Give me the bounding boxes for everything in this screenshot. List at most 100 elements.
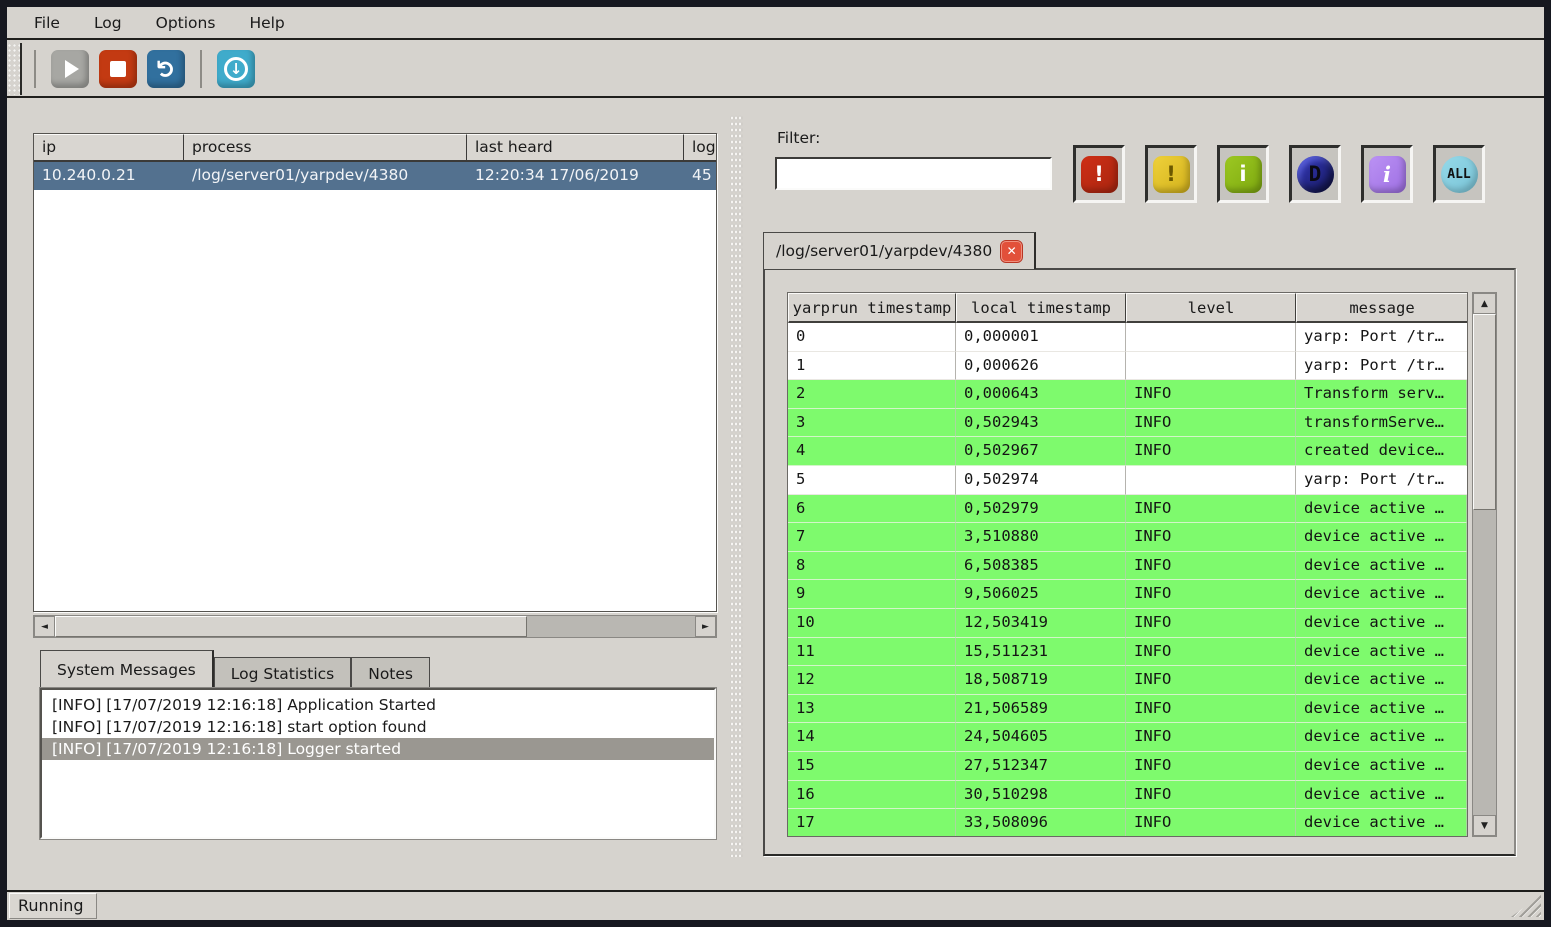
level-button-error[interactable]: ! xyxy=(1073,145,1125,203)
column-header-log[interactable]: log xyxy=(684,134,717,160)
table-row[interactable]: 50,502974yarp: Port /tr… xyxy=(788,466,1467,495)
table-row[interactable]: 00,000001yarp: Port /tr… xyxy=(788,323,1467,352)
hscrollbar-thumb[interactable] xyxy=(55,616,527,637)
level-cell: INFO xyxy=(1126,752,1296,781)
yarprun-timestamp-cell: 8 xyxy=(788,552,956,581)
log-tab-label: /log/server01/yarpdev/4380 xyxy=(776,242,992,260)
log-tab[interactable]: /log/server01/yarpdev/4380 ✕ xyxy=(763,232,1036,269)
level-cell: INFO xyxy=(1126,437,1296,466)
level-button-warning[interactable]: ! xyxy=(1145,145,1197,203)
table-row[interactable]: 73,510880INFOdevice active … xyxy=(788,523,1467,552)
table-row[interactable]: 40,502967INFOcreated device… xyxy=(788,437,1467,466)
level-cell xyxy=(1126,323,1296,352)
port-process-cell[interactable]: /log/server01/yarpdev/4380 xyxy=(184,162,467,190)
table-row[interactable]: 60,502979INFOdevice active … xyxy=(788,495,1467,524)
local-timestamp-cell: 24,504605 xyxy=(956,723,1126,752)
table-row[interactable]: 99,506025INFOdevice active … xyxy=(788,580,1467,609)
scroll-left-icon[interactable]: ◄ xyxy=(34,616,55,637)
tab-log-statistics[interactable]: Log Statistics xyxy=(214,657,351,688)
message-cell: device active … xyxy=(1296,695,1467,724)
level-cell xyxy=(1126,352,1296,381)
message-cell: yarp: Port /tr… xyxy=(1296,466,1467,495)
table-row[interactable]: 20,000643INFOTransform serv… xyxy=(788,380,1467,409)
column-header-local-timestamp[interactable]: local timestamp xyxy=(956,293,1126,323)
level-button-trace[interactable]: i xyxy=(1361,145,1413,203)
refresh-button[interactable]: ↺ xyxy=(147,50,185,88)
level-button-debug[interactable]: D xyxy=(1289,145,1341,203)
table-row[interactable]: 1424,504605INFOdevice active … xyxy=(788,723,1467,752)
menu-item-help[interactable]: Help xyxy=(234,10,299,36)
column-header-ip[interactable]: ip xyxy=(34,134,184,160)
start-logging-button[interactable] xyxy=(51,50,89,88)
table-row[interactable]: 86,508385INFOdevice active … xyxy=(788,552,1467,581)
menu-item-file[interactable]: File xyxy=(19,10,75,36)
filter-input[interactable] xyxy=(775,157,1052,190)
column-header-message[interactable]: message xyxy=(1296,293,1467,323)
yarprun-timestamp-cell: 9 xyxy=(788,580,956,609)
trace-level-icon: i xyxy=(1369,156,1406,193)
toolbar-drag-handle[interactable] xyxy=(7,43,22,95)
table-row[interactable]: 30,502943INFOtransformServe… xyxy=(788,409,1467,438)
log-table: yarprun timestamplocal timestamplevelmes… xyxy=(787,292,1468,837)
level-cell xyxy=(1126,466,1296,495)
menu-item-options[interactable]: Options xyxy=(141,10,231,36)
level-cell: INFO xyxy=(1126,809,1296,837)
toolbar-separator xyxy=(200,50,202,88)
yarprun-timestamp-cell: 2 xyxy=(788,380,956,409)
table-row[interactable]: 10.240.0.21 /log/server01/yarpdev/4380 1… xyxy=(34,162,716,190)
refresh-icon: ↺ xyxy=(154,59,178,79)
table-row[interactable]: 1733,508096INFOdevice active … xyxy=(788,809,1467,837)
list-item[interactable]: [INFO] [17/07/2019 12:16:18] Application… xyxy=(42,694,714,716)
column-header-level[interactable]: level xyxy=(1126,293,1296,323)
local-timestamp-cell: 33,508096 xyxy=(956,809,1126,837)
close-icon[interactable]: ✕ xyxy=(1001,241,1022,262)
column-header-yarprun-timestamp[interactable]: yarprun timestamp xyxy=(788,293,956,323)
table-row[interactable]: 1012,503419INFOdevice active … xyxy=(788,609,1467,638)
scroll-down-icon[interactable]: ▼ xyxy=(1473,815,1496,836)
list-item[interactable]: [INFO] [17/07/2019 12:16:18] start optio… xyxy=(42,716,714,738)
level-cell: INFO xyxy=(1126,409,1296,438)
yarprun-timestamp-cell: 16 xyxy=(788,781,956,810)
all-level-icon: ALL xyxy=(1441,156,1478,193)
level-cell: INFO xyxy=(1126,695,1296,724)
table-row[interactable]: 1527,512347INFOdevice active … xyxy=(788,752,1467,781)
table-row[interactable]: 1321,506589INFOdevice active … xyxy=(788,695,1467,724)
local-timestamp-cell: 0,000643 xyxy=(956,380,1126,409)
scroll-up-icon[interactable]: ▲ xyxy=(1473,293,1496,314)
yarprun-timestamp-cell: 10 xyxy=(788,609,956,638)
scroll-right-icon[interactable]: ► xyxy=(695,616,716,637)
yarprun-timestamp-cell: 6 xyxy=(788,495,956,524)
column-header-process[interactable]: process xyxy=(184,134,467,160)
level-button-all[interactable]: ALL xyxy=(1433,145,1485,203)
list-item[interactable]: [INFO] [17/07/2019 12:16:18] Logger star… xyxy=(42,738,714,760)
toolbar: ↺↓ xyxy=(7,42,1544,98)
tab-notes[interactable]: Notes xyxy=(351,657,430,688)
level-button-info[interactable]: i xyxy=(1217,145,1269,203)
yarprun-timestamp-cell: 14 xyxy=(788,723,956,752)
local-timestamp-cell: 0,000001 xyxy=(956,323,1126,352)
level-cell: INFO xyxy=(1126,380,1296,409)
port-last-heard-cell[interactable]: 12:20:34 17/06/2019 xyxy=(467,162,684,190)
port-log-cell[interactable]: 45 xyxy=(684,162,717,190)
table-row[interactable]: 10,000626yarp: Port /tr… xyxy=(788,352,1467,381)
level-cell: INFO xyxy=(1126,552,1296,581)
level-cell: INFO xyxy=(1126,580,1296,609)
panel-splitter[interactable] xyxy=(730,115,743,857)
table-row[interactable]: 1218,508719INFOdevice active … xyxy=(788,666,1467,695)
column-header-last-heard[interactable]: last heard xyxy=(467,134,684,160)
local-timestamp-cell: 12,503419 xyxy=(956,609,1126,638)
menu-item-log[interactable]: Log xyxy=(79,10,137,36)
save-log-button[interactable]: ↓ xyxy=(217,50,255,88)
tab-system-messages[interactable]: System Messages xyxy=(40,650,214,688)
table-row[interactable]: 1630,510298INFOdevice active … xyxy=(788,781,1467,810)
message-cell: device active … xyxy=(1296,609,1467,638)
log-table-vscrollbar[interactable]: ▲ ▼ xyxy=(1472,292,1497,837)
vscrollbar-thumb[interactable] xyxy=(1473,314,1496,510)
port-ip-cell[interactable]: 10.240.0.21 xyxy=(34,162,184,190)
status-bar: Running xyxy=(7,890,1544,920)
ports-table-hscrollbar[interactable]: ◄ ► xyxy=(33,615,717,638)
yarprun-timestamp-cell: 7 xyxy=(788,523,956,552)
stop-logging-button[interactable] xyxy=(99,50,137,88)
table-row[interactable]: 1115,511231INFOdevice active … xyxy=(788,638,1467,667)
yarprun-timestamp-cell: 15 xyxy=(788,752,956,781)
